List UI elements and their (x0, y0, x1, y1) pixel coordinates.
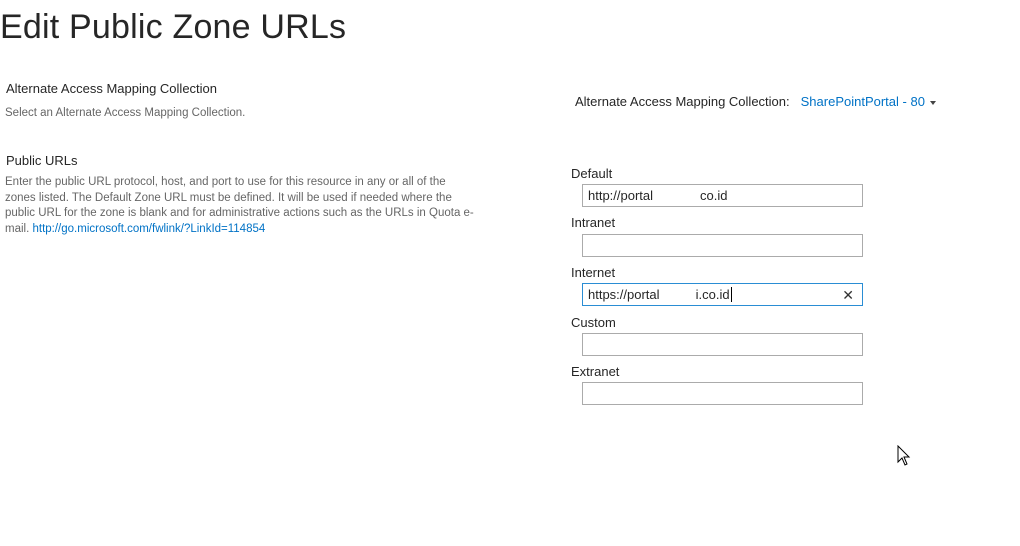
aam-section-description: Select an Alternate Access Mapping Colle… (5, 107, 246, 119)
intranet-zone-input[interactable] (582, 234, 863, 257)
zone-label-internet: Internet (571, 265, 616, 280)
page-title: Edit Public Zone URLs (0, 8, 347, 46)
internet-zone-input[interactable]: https://portal i.co.id ✕ (582, 283, 863, 306)
aam-selector-row: Alternate Access Mapping Collection: Sha… (575, 94, 936, 109)
mouse-cursor-icon (897, 445, 911, 466)
aam-section-title: Alternate Access Mapping Collection (6, 81, 218, 96)
public-urls-description: Enter the public URL protocol, host, and… (5, 175, 475, 237)
internet-zone-value: https://portal i.co.id (588, 287, 730, 302)
text-caret (730, 287, 732, 302)
chevron-down-icon[interactable] (929, 100, 936, 105)
aam-field-label: Alternate Access Mapping Collection: (575, 94, 790, 109)
zone-label-extranet: Extranet (571, 364, 620, 379)
aam-collection-dropdown[interactable]: SharePointPortal - 80 (801, 94, 925, 109)
default-zone-value: http://portal co.id (588, 188, 728, 203)
extranet-zone-input[interactable] (582, 382, 863, 405)
zone-label-custom: Custom (571, 315, 616, 330)
clear-icon[interactable]: ✕ (842, 287, 854, 304)
aam-selected-value[interactable]: SharePointPortal - 80 (801, 94, 925, 109)
zone-label-intranet: Intranet (571, 215, 616, 230)
default-zone-input[interactable]: http://portal co.id (582, 184, 863, 207)
help-link[interactable]: http://go.microsoft.com/fwlink/?LinkId=1… (32, 223, 265, 235)
public-urls-section-title: Public URLs (6, 153, 78, 168)
custom-zone-input[interactable] (582, 333, 863, 356)
zone-label-default: Default (571, 166, 613, 181)
